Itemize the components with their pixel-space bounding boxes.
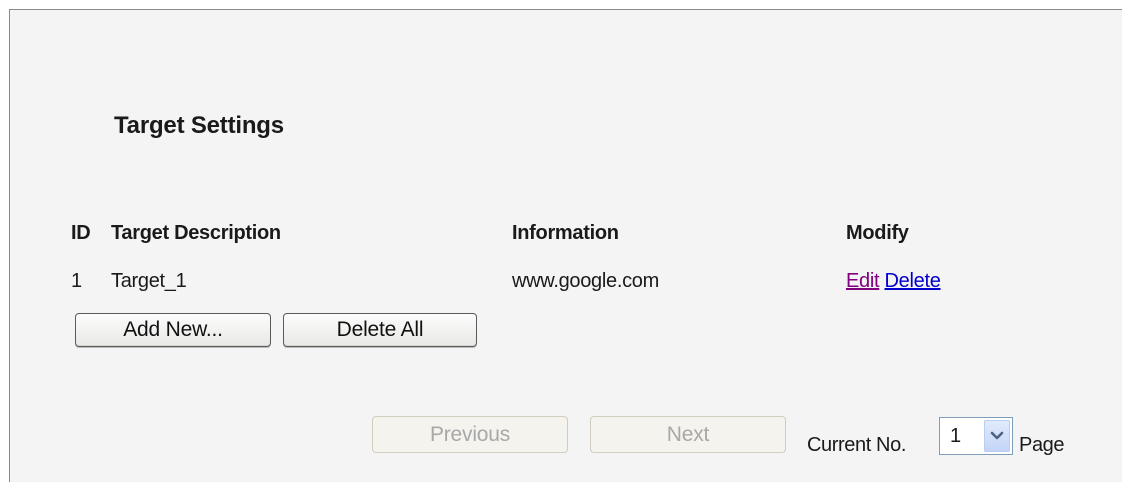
page-select[interactable]: 1 [939, 417, 1013, 455]
table-row-information: www.google.com [512, 270, 659, 292]
page-suffix-label: Page [1019, 434, 1065, 456]
delete-all-button[interactable]: Delete All [283, 313, 477, 347]
content-panel: Target Settings ID Target Description In… [9, 9, 1122, 482]
column-header-modify: Modify [846, 222, 909, 244]
table-row-id: 1 [71, 270, 82, 292]
next-button[interactable]: Next [590, 416, 786, 453]
column-header-target-description: Target Description [111, 222, 281, 244]
previous-button[interactable]: Previous [372, 416, 568, 453]
column-header-information: Information [512, 222, 619, 244]
page-title: Target Settings [114, 112, 284, 139]
table-row-target-description: Target_1 [111, 270, 187, 292]
column-header-id: ID [71, 222, 91, 244]
chevron-down-icon[interactable] [984, 420, 1010, 452]
add-new-button[interactable]: Add New... [75, 313, 271, 347]
page-select-value: 1 [950, 425, 962, 447]
delete-link[interactable]: Delete [885, 270, 941, 292]
edit-link[interactable]: Edit [846, 270, 880, 292]
current-no-label: Current No. [807, 434, 906, 456]
table-row-modify: Edit Delete [846, 270, 941, 293]
